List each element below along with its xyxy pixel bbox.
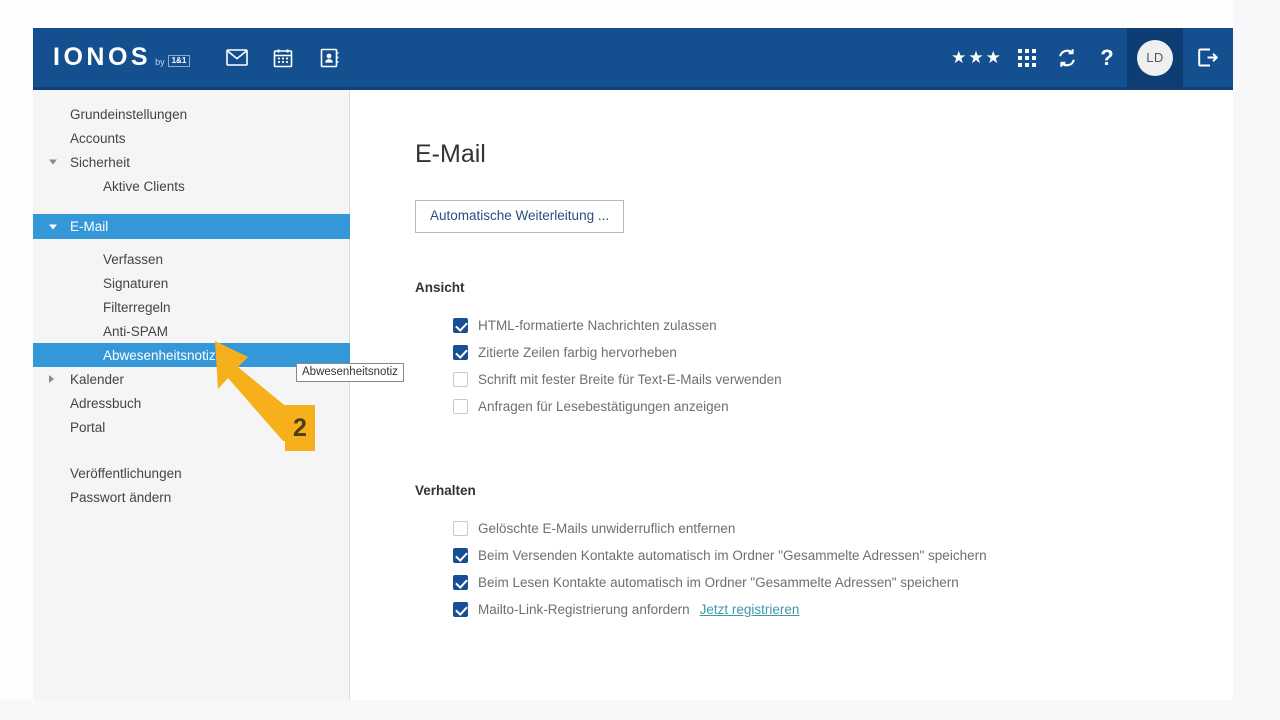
option-label: Anfragen für Lesebestätigungen anzeigen [478, 398, 729, 414]
star-icon-1: ★ [951, 48, 967, 67]
logo-wordmark: IONOS [53, 43, 152, 71]
chevron-right-icon [49, 375, 54, 383]
sidebar-item-label: Sicherheit [70, 154, 131, 170]
page-title: E-Mail [415, 140, 486, 168]
sidebar-item-label: Portal [70, 419, 106, 435]
page-top-margin [0, 0, 1280, 28]
automatic-forwarding-button[interactable]: Automatische Weiterleitung ... [415, 200, 625, 233]
mail-icon[interactable] [214, 28, 260, 87]
option-label: Mailto-Link-Registrierung anfordern [478, 601, 690, 617]
option-row-fixed-width-font[interactable]: Schrift mit fester Breite für Text-E-Mai… [415, 366, 1233, 393]
option-row-quoted-lines[interactable]: Zitierte Zeilen farbig hervorheben [415, 339, 1233, 366]
checkbox-collect-on-send[interactable] [453, 547, 468, 563]
page-bottom-margin [0, 700, 1280, 720]
option-row-collect-on-read[interactable]: Beim Lesen Kontakte automatisch im Ordne… [415, 569, 1233, 596]
checkbox-mailto-registration[interactable] [453, 601, 468, 617]
step-number-badge: 2 [285, 405, 315, 451]
option-label: Beim Versenden Kontakte automatisch im O… [478, 547, 987, 563]
sidebar-item-email[interactable]: E-Mail [33, 214, 350, 239]
option-row-collect-on-send[interactable]: Beim Versenden Kontakte automatisch im O… [415, 542, 1233, 569]
sidebar-item-label: Passwort ändern [70, 489, 172, 505]
sidebar-item-sicherheit[interactable]: Sicherheit [33, 150, 349, 174]
help-icon[interactable]: ? [1087, 28, 1127, 87]
sidebar-item-label: Accounts [70, 130, 126, 146]
user-account-menu[interactable]: LD [1127, 28, 1183, 87]
sidebar-item-label: E-Mail [70, 219, 109, 234]
sidebar-item-verfassen[interactable]: Verfassen [33, 247, 349, 271]
checkbox-purge-deleted[interactable] [453, 520, 468, 536]
sidebar-item-label: Grundeinstellungen [70, 106, 188, 122]
sidebar-item-label: Verfassen [103, 251, 164, 267]
star-icon-2: ★ [968, 48, 984, 67]
webmail-app-frame: IONOS by 1&1 ★ ★ ★ ? LD Grundeinstellung… [33, 28, 1233, 700]
page-left-margin [0, 0, 33, 720]
navbar-left-group: IONOS by 1&1 [33, 28, 352, 87]
option-label: Schrift mit fester Breite für Text-E-Mai… [478, 371, 782, 387]
ansicht-option-list: HTML-formatierte Nachrichten zulassen Zi… [415, 312, 1233, 420]
sidebar-item-aktive-clients[interactable]: Aktive Clients [33, 174, 349, 198]
main-content-panel: E-Mail Automatische Weiterleitung ... An… [351, 90, 1233, 700]
sidebar-item-filterregeln[interactable]: Filterregeln [33, 295, 349, 319]
option-label: Gelöschte E-Mails unwiderruflich entfern… [478, 520, 736, 536]
apps-grid-icon[interactable] [1007, 28, 1047, 87]
sidebar-item-veroeffentlichungen[interactable]: Veröffentlichungen [33, 461, 349, 485]
checkbox-fixed-width-font[interactable] [453, 371, 468, 387]
sidebar-item-label: Kalender [70, 371, 125, 387]
premium-stars-icon[interactable]: ★ ★ ★ [945, 49, 1007, 66]
sync-icon[interactable] [1047, 28, 1087, 87]
option-row-purge-deleted[interactable]: Gelöschte E-Mails unwiderruflich entfern… [415, 515, 1233, 542]
ionos-logo[interactable]: IONOS by 1&1 [53, 28, 191, 87]
addressbook-icon[interactable] [306, 28, 352, 87]
sidebar-navigation: Grundeinstellungen Accounts Sicherheit A… [33, 90, 350, 700]
navbar-right-group: ★ ★ ★ ? LD [945, 28, 1233, 87]
logout-icon[interactable] [1183, 28, 1233, 87]
logo-1and1-badge: 1&1 [167, 55, 191, 67]
page-right-margin [1233, 0, 1280, 720]
sidebar-item-label: Signaturen [103, 275, 169, 291]
sidebar-item-label: Filterregeln [103, 299, 171, 315]
sidebar-group-spacer [33, 198, 349, 214]
sidebar-item-label: Adressbuch [70, 395, 142, 411]
checkbox-read-receipts[interactable] [453, 398, 468, 414]
sidebar-item-label: Anti-SPAM [103, 323, 169, 339]
top-navigation-bar: IONOS by 1&1 ★ ★ ★ ? LD [33, 28, 1233, 87]
sidebar-group-spacer [33, 239, 349, 247]
sidebar-item-label: Veröffentlichungen [70, 465, 182, 481]
chevron-down-icon [49, 159, 57, 165]
sidebar-item-label: Abwesenheitsnotiz [103, 347, 216, 363]
section-title-ansicht: Ansicht [415, 279, 465, 295]
checkbox-collect-on-read[interactable] [453, 574, 468, 590]
option-label: Beim Lesen Kontakte automatisch im Ordne… [478, 574, 959, 590]
sidebar-item-anti-spam[interactable]: Anti-SPAM [33, 319, 349, 343]
sidebar-item-signaturen[interactable]: Signaturen [33, 271, 349, 295]
option-label: HTML-formatierte Nachrichten zulassen [478, 317, 717, 333]
avatar: LD [1137, 39, 1173, 76]
option-row-html-messages[interactable]: HTML-formatierte Nachrichten zulassen [415, 312, 1233, 339]
verhalten-option-list: Gelöschte E-Mails unwiderruflich entfern… [415, 515, 1233, 623]
logo-by-text: by [155, 56, 165, 67]
option-row-read-receipts[interactable]: Anfragen für Lesebestätigungen anzeigen [415, 393, 1233, 420]
calendar-icon[interactable] [260, 28, 306, 87]
checkbox-html-messages[interactable] [453, 317, 468, 333]
sidebar-item-passwort-aendern[interactable]: Passwort ändern [33, 485, 349, 509]
register-now-link[interactable]: Jetzt registrieren [700, 602, 800, 617]
star-icon-3: ★ [985, 48, 1001, 67]
sidebar-item-label: Aktive Clients [103, 178, 185, 194]
sidebar-item-accounts[interactable]: Accounts [33, 126, 349, 150]
app-root: IONOS by 1&1 ★ ★ ★ ? LD Grundeinstellung… [0, 0, 1280, 720]
checkbox-quoted-lines[interactable] [453, 344, 468, 360]
option-label: Zitierte Zeilen farbig hervorheben [478, 344, 677, 360]
sidebar-item-grundeinstellungen[interactable]: Grundeinstellungen [33, 102, 349, 126]
chevron-down-icon [49, 224, 57, 229]
option-row-mailto-registration[interactable]: Mailto-Link-Registrierung anfordern Jetz… [415, 596, 1233, 623]
section-title-verhalten: Verhalten [415, 482, 476, 498]
tooltip-abwesenheitsnotiz: Abwesenheitsnotiz [296, 363, 404, 382]
